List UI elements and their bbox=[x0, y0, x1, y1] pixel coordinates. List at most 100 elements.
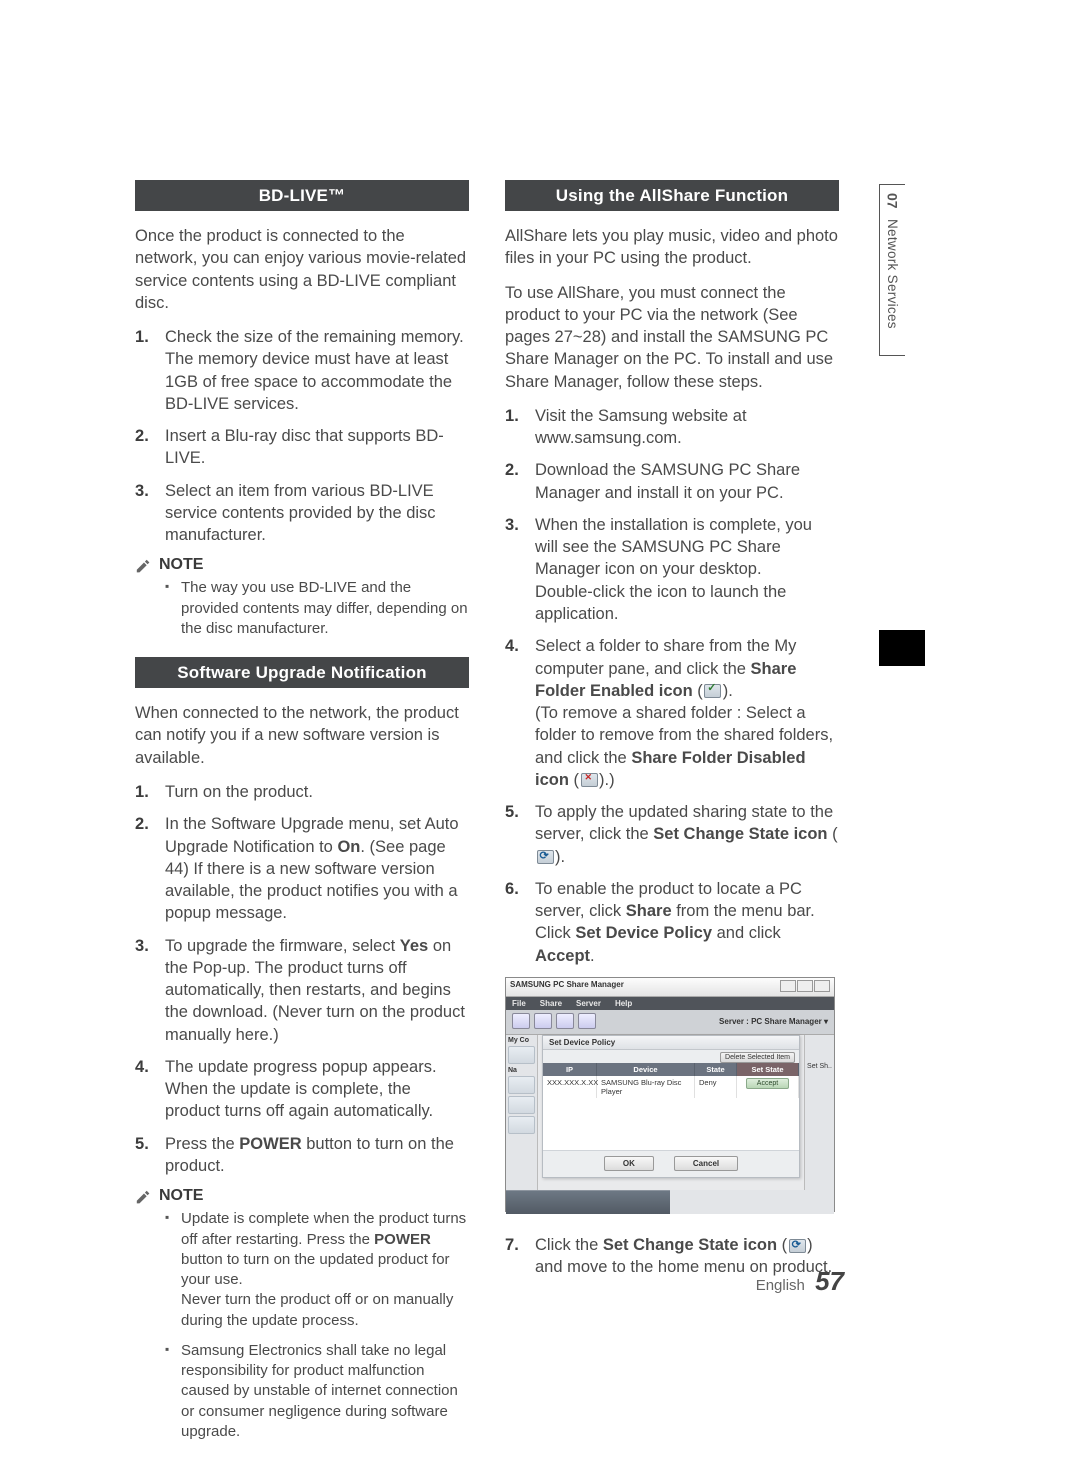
ss-server-label: Server : PC Share Manager ▾ bbox=[719, 1017, 828, 1026]
text: ). bbox=[723, 682, 733, 700]
list-item: Press the POWER button to turn on the pr… bbox=[135, 1133, 469, 1178]
list-item: Select a folder to share from the My com… bbox=[505, 635, 839, 791]
list-item: Download the SAMSUNG PC Share Manager an… bbox=[505, 459, 839, 504]
ss-right-label: Set Sh.. bbox=[807, 1063, 832, 1070]
ss-td-state: Deny bbox=[695, 1076, 737, 1098]
list-item: Update is complete when the product turn… bbox=[165, 1209, 469, 1331]
note-icon bbox=[135, 1189, 153, 1203]
ss-th-device: Device bbox=[597, 1063, 695, 1076]
upgrade-intro: When connected to the network, the produ… bbox=[135, 702, 469, 769]
bold-text: Set Device Policy bbox=[575, 924, 712, 942]
bold-text: POWER bbox=[374, 1231, 431, 1248]
ss-menu-item: Share bbox=[540, 999, 562, 1008]
bold-text: Yes bbox=[400, 937, 428, 955]
text: To upgrade the firmware, select bbox=[165, 937, 400, 955]
list-item: To enable the product to locate a PC ser… bbox=[505, 878, 839, 967]
text: ( bbox=[828, 825, 838, 843]
bold-text: Set Change State icon bbox=[603, 1236, 777, 1254]
ss-ok-button: OK bbox=[604, 1156, 654, 1171]
text: ).) bbox=[599, 771, 615, 789]
text: . bbox=[590, 947, 595, 965]
heading-allshare: Using the AllShare Function bbox=[505, 180, 839, 211]
list-item: Select an item from various BD-LIVE serv… bbox=[135, 480, 469, 547]
bold-text: POWER bbox=[239, 1135, 301, 1153]
footer-page: 57 bbox=[815, 1266, 844, 1296]
ss-menu-item: File bbox=[512, 999, 526, 1008]
note-text: NOTE bbox=[159, 1187, 203, 1205]
ss-menu-bar: File Share Server Help bbox=[506, 997, 834, 1010]
ss-menu-item: Server bbox=[576, 999, 601, 1008]
allshare-para2: To use AllShare, you must connect the pr… bbox=[505, 282, 839, 393]
content-columns: BD-LIVE™ Once the product is connected t… bbox=[135, 180, 835, 1460]
list-item: To upgrade the firmware, select Yes on t… bbox=[135, 935, 469, 1046]
ss-table-row: XXX.XXX.X.XX SAMSUNG Blu-ray Disc Player… bbox=[543, 1076, 799, 1098]
ss-status-bar bbox=[506, 1190, 834, 1214]
note-icon bbox=[135, 558, 153, 572]
ss-dialog-title: Set Device Policy bbox=[549, 1038, 615, 1047]
ss-toolbar-icons bbox=[512, 1013, 600, 1031]
thumb-tab bbox=[879, 630, 925, 666]
note-label: NOTE bbox=[135, 556, 469, 574]
heading-bdlive: BD-LIVE™ bbox=[135, 180, 469, 211]
list-item: To apply the updated sharing state to th… bbox=[505, 801, 839, 868]
heading-upgrade: Software Upgrade Notification bbox=[135, 657, 469, 688]
bdlive-intro: Once the product is connected to the net… bbox=[135, 225, 469, 314]
ss-right-pane: Set Sh.. bbox=[804, 1035, 834, 1190]
ss-window-controls bbox=[779, 980, 830, 994]
ss-dialog: Set Device Policy Delete Selected Item I… bbox=[542, 1035, 800, 1178]
text: from the menu bar. bbox=[672, 902, 815, 920]
ss-dialog-titlebar: Set Device Policy bbox=[543, 1036, 799, 1050]
share-disabled-icon bbox=[579, 772, 599, 788]
text: Click bbox=[535, 924, 575, 942]
allshare-para1: AllShare lets you play music, video and … bbox=[505, 225, 839, 270]
ss-td-ip: XXX.XXX.X.XX bbox=[543, 1076, 597, 1098]
bold-text: Accept bbox=[535, 947, 590, 965]
text: Click the bbox=[535, 1236, 603, 1254]
list-item: The update progress popup appears. When … bbox=[135, 1056, 469, 1123]
side-tab-number: 07 bbox=[885, 185, 901, 209]
list-item: Check the size of the remaining memory. … bbox=[135, 326, 469, 415]
text: and click bbox=[712, 924, 781, 942]
text: ( bbox=[777, 1236, 787, 1254]
section-side-tab: 07 Network Services bbox=[879, 184, 905, 356]
ss-dialog-area: Set Device Policy Delete Selected Item I… bbox=[538, 1035, 804, 1190]
ss-toolbar: Server : PC Share Manager ▾ bbox=[506, 1010, 834, 1035]
note-text: NOTE bbox=[159, 556, 203, 574]
ss-td-device: SAMSUNG Blu-ray Disc Player bbox=[597, 1076, 695, 1098]
ss-window-title: SAMSUNG PC Share Manager bbox=[510, 980, 624, 994]
text: Press the bbox=[165, 1135, 239, 1153]
ss-td-setstate: Accept bbox=[737, 1076, 799, 1098]
page-footer: English 57 bbox=[756, 1266, 844, 1297]
set-change-state-icon bbox=[535, 849, 555, 865]
list-item: Turn on the product. bbox=[135, 781, 469, 803]
list-item: Visit the Samsung website at www.samsung… bbox=[505, 405, 839, 450]
text: button to turn on the updated product fo… bbox=[181, 1251, 450, 1288]
ss-th-ip: IP bbox=[543, 1063, 597, 1076]
set-change-state-icon bbox=[787, 1238, 807, 1254]
ss-mycomputer-label: My Co bbox=[508, 1037, 535, 1044]
list-item: When the installation is complete, you w… bbox=[505, 514, 839, 625]
bold-text: Share bbox=[626, 902, 672, 920]
side-tab-label: Network Services bbox=[885, 209, 900, 329]
ss-table-head: IP Device State Set State bbox=[543, 1063, 799, 1076]
text: Double-click the icon to launch the appl… bbox=[535, 583, 786, 623]
upgrade-notes: Update is complete when the product turn… bbox=[135, 1209, 469, 1442]
allshare-steps: Visit the Samsung website at www.samsung… bbox=[505, 405, 839, 967]
share-enabled-icon bbox=[703, 683, 723, 699]
list-item: Insert a Blu-ray disc that supports BD-L… bbox=[135, 425, 469, 470]
bold-text: Set Change State icon bbox=[653, 825, 827, 843]
ss-menu-item: Help bbox=[615, 999, 632, 1008]
upgrade-steps: Turn on the product. In the Software Upg… bbox=[135, 781, 469, 1177]
ss-accept-button: Accept bbox=[746, 1078, 789, 1089]
ss-th-setstate: Set State bbox=[737, 1063, 799, 1076]
ss-th-state: State bbox=[695, 1063, 737, 1076]
list-item: In the Software Upgrade menu, set Auto U… bbox=[135, 813, 469, 924]
text: ( bbox=[693, 682, 703, 700]
left-column: BD-LIVE™ Once the product is connected t… bbox=[135, 180, 469, 1460]
footer-lang: English bbox=[756, 1277, 805, 1294]
bdlive-steps: Check the size of the remaining memory. … bbox=[135, 326, 469, 546]
ss-titlebar: SAMSUNG PC Share Manager bbox=[506, 978, 834, 997]
text: ). bbox=[555, 848, 565, 866]
list-item: The way you use BD-LIVE and the provided… bbox=[165, 578, 469, 639]
text: ( bbox=[569, 771, 579, 789]
